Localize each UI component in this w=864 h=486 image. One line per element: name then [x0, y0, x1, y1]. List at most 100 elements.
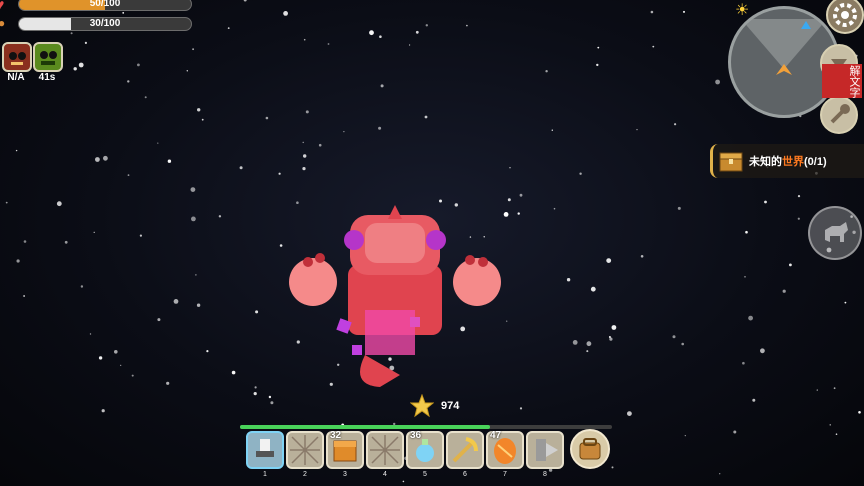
shovel-icon	[830, 104, 850, 124]
star	[424, 115, 428, 119]
star	[545, 70, 548, 73]
hotbar-slot-1[interactable]: 1	[246, 431, 284, 478]
red-seal-watermark: 解文字	[822, 64, 862, 98]
green-monster-face-icon[interactable]	[33, 42, 63, 72]
star	[327, 43, 330, 45]
star	[572, 340, 578, 345]
star	[797, 217, 800, 220]
star	[715, 79, 720, 85]
hotbar-slot-5[interactable]: 36 5	[406, 430, 444, 478]
star	[190, 187, 196, 193]
hotbar-slot-3[interactable]: 32 3	[326, 430, 364, 478]
quest-highlight: 世界	[782, 156, 804, 168]
star	[144, 96, 147, 99]
star	[254, 386, 257, 389]
star	[652, 45, 655, 48]
shovel-button[interactable]	[820, 96, 858, 134]
star	[719, 473, 721, 475]
watermark-text: 解文字	[848, 64, 861, 98]
star	[752, 398, 756, 402]
slot-count: 47	[490, 430, 502, 441]
star	[15, 149, 18, 152]
star	[409, 44, 411, 46]
star	[192, 48, 195, 51]
star	[608, 336, 611, 338]
star	[167, 159, 172, 163]
quest-panel[interactable]: 未知的世界(0/1)	[710, 144, 864, 178]
star	[760, 348, 765, 354]
hotbar-slot-6[interactable]: 6	[446, 431, 484, 478]
star	[318, 143, 322, 147]
star	[782, 289, 786, 293]
star	[597, 46, 600, 49]
star	[283, 11, 288, 16]
star	[748, 315, 753, 321]
star	[636, 129, 638, 131]
star	[415, 30, 419, 34]
star	[650, 10, 654, 14]
backpack-icon	[579, 438, 601, 460]
star	[64, 240, 68, 244]
quest-title: 未知的世界(0/1)	[749, 153, 827, 169]
star	[70, 32, 73, 35]
star	[120, 364, 122, 366]
quest-progress: (0/1)	[804, 156, 827, 168]
health-bar: 50/100	[18, 0, 192, 11]
star	[302, 167, 306, 171]
star-counter: 974	[409, 393, 480, 418]
hotbar-slot-8[interactable]: 8	[526, 431, 564, 478]
star	[590, 286, 596, 292]
star	[681, 342, 684, 346]
star-icon	[409, 393, 435, 418]
star	[611, 325, 617, 330]
slot-number: 6	[463, 471, 467, 478]
star	[191, 216, 196, 222]
slot-number: 7	[503, 471, 507, 478]
web-tile-icon	[290, 435, 320, 465]
star	[127, 174, 130, 177]
star	[425, 24, 428, 27]
star	[858, 411, 861, 414]
star	[23, 240, 27, 243]
star	[672, 335, 676, 339]
star	[206, 350, 209, 353]
settings-gear-button[interactable]	[826, 0, 864, 34]
star	[157, 142, 159, 144]
star	[5, 201, 8, 204]
star	[378, 126, 382, 130]
star	[122, 12, 125, 14]
star	[166, 381, 170, 385]
star	[93, 231, 95, 233]
star	[744, 276, 746, 278]
pet-button[interactable]	[808, 206, 862, 260]
star	[379, 35, 382, 38]
slot-count: 32	[330, 430, 342, 441]
hotbar-slot-4[interactable]: 4	[366, 431, 404, 478]
star	[243, 0, 247, 2]
hotbar-slot-7[interactable]: 47 7	[486, 430, 524, 478]
hunger-text: 30/100	[89, 18, 121, 29]
star	[305, 110, 309, 114]
star	[239, 166, 243, 170]
slot-number: 5	[423, 471, 427, 478]
star	[201, 118, 204, 121]
star	[683, 10, 685, 13]
star	[816, 389, 818, 391]
star	[835, 433, 838, 436]
star	[114, 350, 118, 354]
star	[742, 361, 745, 365]
star	[466, 24, 468, 27]
star	[131, 374, 134, 377]
star	[380, 84, 384, 88]
backpack-button[interactable]	[570, 429, 610, 469]
star	[139, 234, 142, 237]
star	[98, 356, 103, 360]
star	[265, 116, 269, 120]
red-monster-face-icon[interactable]	[2, 42, 32, 72]
star	[551, 129, 553, 131]
star	[402, 480, 405, 483]
star	[789, 263, 792, 267]
star	[302, 141, 304, 144]
hotbar-slot-2[interactable]: 2	[286, 431, 324, 478]
star	[369, 30, 374, 36]
